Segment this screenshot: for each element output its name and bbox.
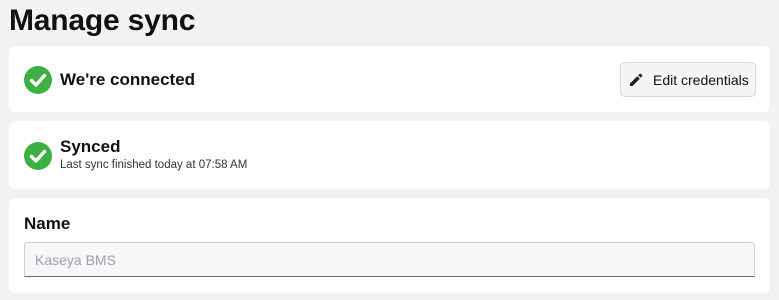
edit-credentials-button[interactable]: Edit credentials [620, 62, 756, 97]
connection-card: We're connected Edit credentials [9, 46, 770, 112]
name-card: Name [9, 198, 770, 293]
name-field-label: Name [24, 214, 71, 233]
check-circle-icon [24, 66, 52, 94]
manage-sync-page: Manage sync We're connected Edit credent… [0, 0, 779, 300]
edit-credentials-label: Edit credentials [653, 71, 749, 88]
last-sync-text: Last sync finished today at 07:58 AM [60, 159, 248, 171]
connection-status-label: We're connected [60, 70, 196, 89]
sync-status-card: Synced Last sync finished today at 07:58… [9, 121, 770, 189]
sync-status-label: Synced [60, 137, 121, 156]
page-title: Manage sync [9, 4, 196, 37]
check-circle-icon [24, 142, 52, 170]
pencil-icon [628, 72, 644, 88]
name-input[interactable] [24, 242, 755, 277]
